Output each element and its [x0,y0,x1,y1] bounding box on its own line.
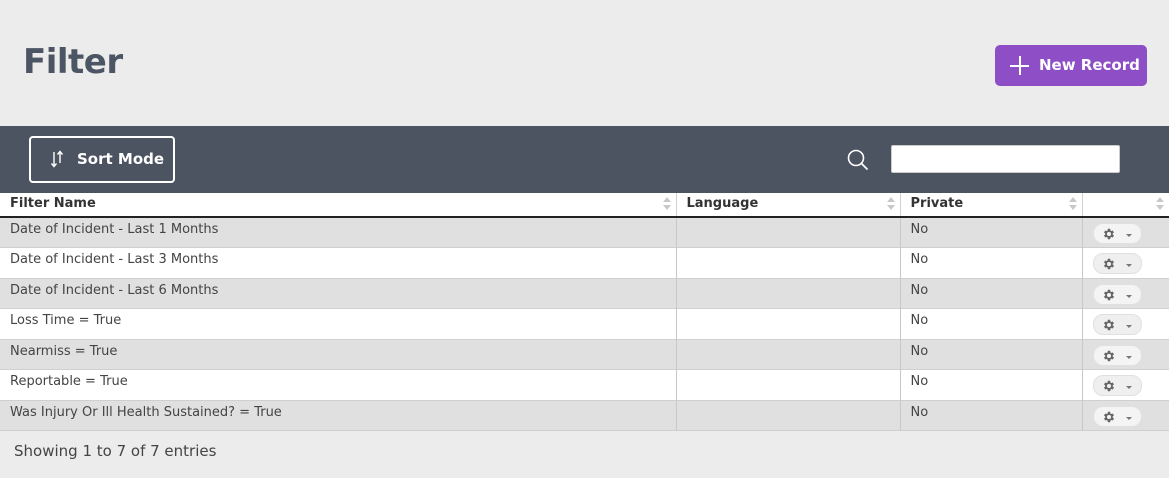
gear-icon [1103,228,1114,240]
actions-cell [1082,339,1169,370]
caret-down-icon [1125,325,1132,328]
gear-icon [1103,289,1114,300]
language-cell [676,308,901,339]
row-actions-dropdown[interactable] [1092,283,1142,305]
table-row[interactable]: Reportable = True No [0,369,1169,400]
language-cell [676,369,901,400]
actions-cell [1082,400,1169,431]
table-toolbar: Sort Mode [0,126,1169,193]
column-header-label: Language [686,196,759,211]
filter-name-cell: Was Injury Or Ill Health Sustained? = Tr… [0,400,677,431]
private-cell: No [900,339,1083,370]
table-header-row: Filter Name Language Private [0,193,1169,218]
filter-name-cell: Date of Incident - Last 3 Months [0,247,677,278]
filter-name-cell: Nearmiss = True [0,339,677,370]
sort-mode-label: Sort Mode [77,150,165,168]
language-cell [676,278,901,309]
column-header-language[interactable]: Language [676,193,901,218]
gear-icon [1103,350,1114,361]
search-icon[interactable] [846,148,870,172]
table-info: Showing 1 to 7 of 7 entries [14,442,217,460]
sort-mode-button[interactable]: Sort Mode [29,136,175,183]
sort-toggle-icon [886,197,895,211]
gear-icon [1103,258,1114,270]
caret-down-icon [1125,416,1132,420]
sort-arrows-icon [50,150,64,168]
column-header-label: Private [910,196,964,211]
caret-down-icon [1125,294,1132,298]
table-row[interactable]: Date of Incident - Last 6 Months No [0,278,1169,309]
table-row[interactable]: Was Injury Or Ill Health Sustained? = Tr… [0,400,1169,431]
filter-name-cell: Date of Incident - Last 1 Months [0,217,677,248]
actions-cell [1082,369,1169,400]
private-cell: No [900,247,1083,278]
table-row[interactable]: Date of Incident - Last 1 Months No [0,217,1169,248]
sort-toggle-icon [662,197,671,211]
gear-icon [1103,319,1114,331]
page-header: Filter New Record [0,0,1169,126]
table-row[interactable]: Date of Incident - Last 3 Months No [0,247,1169,278]
actions-cell [1082,247,1169,278]
private-cell: No [900,400,1083,431]
row-actions-dropdown[interactable] [1092,405,1142,427]
caret-down-icon [1125,355,1132,359]
column-header-actions[interactable] [1082,193,1169,218]
caret-down-icon [1125,264,1132,267]
row-actions-dropdown[interactable] [1092,223,1142,244]
gear-icon [1103,380,1114,392]
row-actions-dropdown[interactable] [1092,314,1142,335]
actions-cell [1082,217,1169,248]
column-header-private[interactable]: Private [900,193,1083,218]
row-actions-dropdown[interactable] [1092,344,1142,366]
row-actions-dropdown[interactable] [1092,253,1142,274]
page-title: Filter [23,42,123,82]
gear-icon [1103,411,1114,422]
plus-icon [1010,56,1029,75]
sort-toggle-icon [1156,197,1164,211]
filter-table: Filter Name Language Private Date of Inc… [0,193,1169,431]
caret-down-icon [1125,234,1132,237]
private-cell: No [900,369,1083,400]
caret-down-icon [1125,386,1132,389]
actions-cell [1082,308,1169,339]
row-actions-dropdown[interactable] [1092,375,1142,396]
table-row[interactable]: Nearmiss = True No [0,339,1169,370]
column-header-filter-name[interactable]: Filter Name [0,193,677,218]
private-cell: No [900,278,1083,309]
search-input[interactable] [891,145,1120,173]
language-cell [676,217,901,248]
new-record-label: New Record [1039,56,1140,74]
private-cell: No [900,217,1083,248]
language-cell [676,339,901,370]
private-cell: No [900,308,1083,339]
filter-name-cell: Date of Incident - Last 6 Months [0,278,677,309]
new-record-button[interactable]: New Record [995,45,1147,86]
table-row[interactable]: Loss Time = True No [0,308,1169,339]
column-header-label: Filter Name [10,196,96,211]
filter-name-cell: Reportable = True [0,369,677,400]
language-cell [676,400,901,431]
language-cell [676,247,901,278]
sort-toggle-icon [1068,197,1077,211]
actions-cell [1082,278,1169,309]
filter-name-cell: Loss Time = True [0,308,677,339]
